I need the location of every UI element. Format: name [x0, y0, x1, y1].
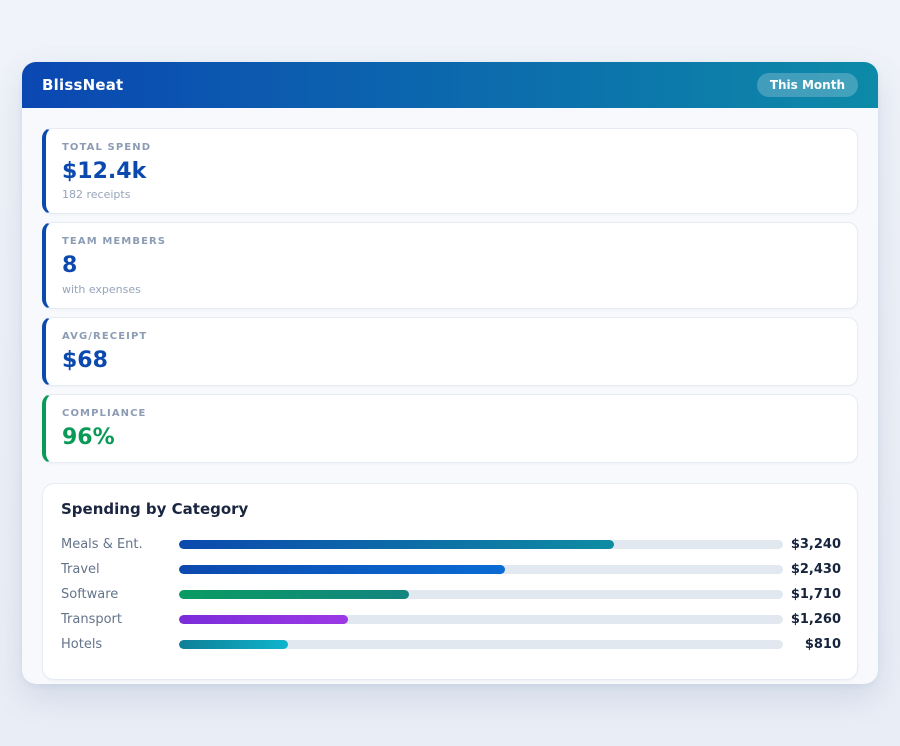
bar-track — [179, 540, 783, 549]
app-body: TOTAL SPEND $12.4k 182 receipts TEAM MEM… — [22, 108, 878, 684]
bar-fill-software — [179, 590, 409, 599]
category-label: Software — [61, 587, 179, 602]
category-label: Hotels — [61, 637, 179, 652]
category-label: Meals & Ent. — [61, 537, 179, 552]
chart-title: Spending by Category — [61, 500, 841, 518]
chart-row-transport: Transport $1,260 — [61, 607, 841, 632]
bar-track — [179, 590, 783, 599]
period-badge[interactable]: This Month — [757, 73, 858, 97]
stat-label: TEAM MEMBERS — [62, 236, 841, 247]
stat-label: AVG/RECEIPT — [62, 331, 841, 342]
chart-row-travel: Travel $2,430 — [61, 557, 841, 582]
bar-track — [179, 615, 783, 624]
category-value: $1,260 — [783, 612, 841, 627]
category-value: $810 — [783, 637, 841, 652]
stat-label: TOTAL SPEND — [62, 142, 841, 153]
stat-value: 8 — [62, 253, 841, 278]
bar-track — [179, 640, 783, 649]
stat-value: $68 — [62, 348, 841, 373]
app-header: BlissNeat This Month — [22, 62, 878, 108]
stat-value: 96% — [62, 425, 841, 450]
stat-label: COMPLIANCE — [62, 408, 841, 419]
stat-card-compliance: COMPLIANCE 96% — [42, 394, 858, 463]
stat-card-team-members: TEAM MEMBERS 8 with expenses — [42, 222, 858, 308]
stat-subtext: with expenses — [62, 283, 841, 296]
bar-fill-travel — [179, 565, 505, 574]
stat-value: $12.4k — [62, 159, 841, 184]
category-label: Travel — [61, 562, 179, 577]
category-value: $3,240 — [783, 537, 841, 552]
stat-subtext: 182 receipts — [62, 188, 841, 201]
bar-fill-transport — [179, 615, 348, 624]
bar-fill-hotels — [179, 640, 288, 649]
bar-track — [179, 565, 783, 574]
category-value: $1,710 — [783, 587, 841, 602]
chart-row-software: Software $1,710 — [61, 582, 841, 607]
spending-chart-card: Spending by Category Meals & Ent. $3,240… — [42, 483, 858, 680]
stat-card-avg-receipt: AVG/RECEIPT $68 — [42, 317, 858, 386]
stat-card-total-spend: TOTAL SPEND $12.4k 182 receipts — [42, 128, 858, 214]
chart-row-meals: Meals & Ent. $3,240 — [61, 532, 841, 557]
dashboard-card: BlissNeat This Month TOTAL SPEND $12.4k … — [22, 62, 878, 684]
category-value: $2,430 — [783, 562, 841, 577]
app-title: BlissNeat — [42, 76, 123, 94]
bar-fill-meals — [179, 540, 614, 549]
chart-row-hotels: Hotels $810 — [61, 632, 841, 657]
category-label: Transport — [61, 612, 179, 627]
